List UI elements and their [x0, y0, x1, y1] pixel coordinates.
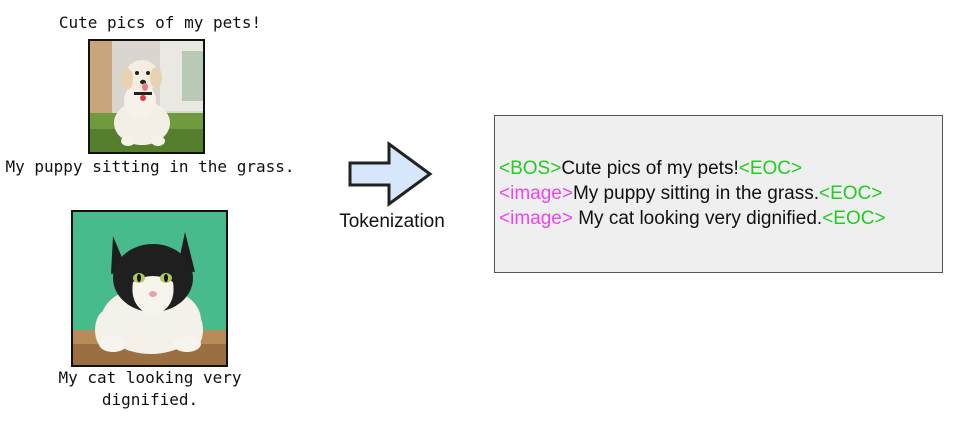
- eoc-token: <EOC>: [819, 183, 883, 204]
- eoc-token: <EOC>: [822, 208, 886, 229]
- token-line: <image> My cat looking very dignified.<E…: [499, 207, 886, 231]
- token-sequence-box: <BOS>Cute pics of my pets!<EOC> <image>M…: [494, 115, 943, 273]
- token-text: My cat looking very dignified.: [572, 208, 823, 229]
- token-text: Cute pics of my pets!: [561, 158, 739, 179]
- puppy-image: [90, 41, 203, 152]
- cat-image: [73, 212, 226, 365]
- bos-token: <BOS>: [499, 158, 562, 179]
- image-token: <image>: [499, 208, 573, 229]
- token-line: <BOS>Cute pics of my pets!<EOC>: [499, 157, 802, 181]
- eoc-token: <EOC>: [738, 158, 803, 179]
- token-text: My puppy sitting in the grass.: [572, 183, 820, 204]
- caption-title: Cute pics of my pets!: [58, 13, 262, 32]
- caption-cat: My cat looking very dignified.: [58, 368, 242, 409]
- tokenization-label: Tokenization: [339, 211, 445, 232]
- cat-photo: [71, 210, 228, 367]
- caption-puppy: My puppy sitting in the grass.: [5, 157, 295, 176]
- right-arrow-icon: [347, 141, 433, 207]
- image-token: <image>: [499, 183, 573, 204]
- token-line: <image>My puppy sitting in the grass.<EO…: [499, 182, 882, 206]
- puppy-photo: [88, 39, 205, 154]
